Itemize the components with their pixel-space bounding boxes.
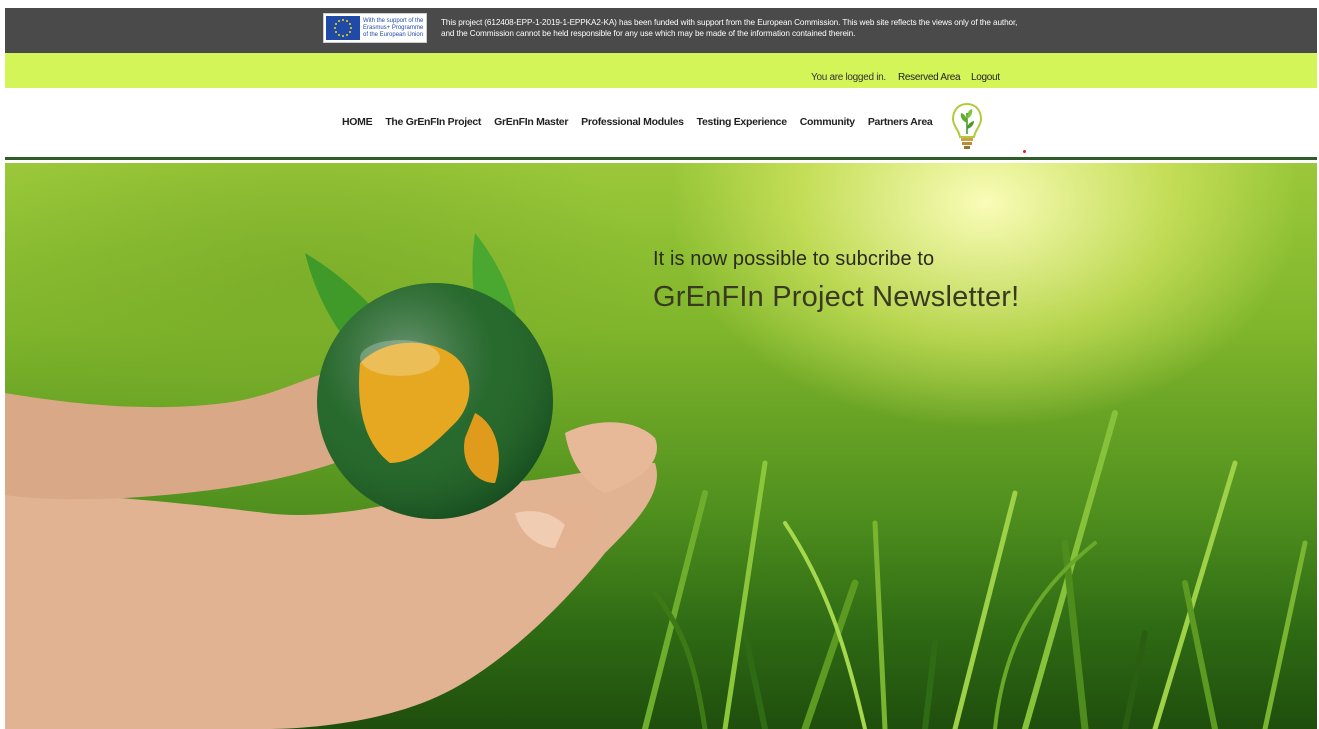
erasmus-logo: With the support of the Erasmus+ Program… <box>323 13 427 43</box>
nav-item-professional-modules[interactable]: Professional Modules <box>581 116 684 128</box>
logout-link[interactable]: Logout <box>971 72 1000 83</box>
reserved-area-link[interactable]: Reserved Area <box>898 72 961 83</box>
lightbulb-leaf-icon[interactable] <box>950 101 984 151</box>
hero-title: GrEnFIn Project Newsletter! <box>653 281 1020 313</box>
hero-subtitle: It is now possible to subcribe to <box>653 248 935 270</box>
nav-item-community[interactable]: Community <box>800 116 855 128</box>
eu-flag-icon <box>326 16 360 40</box>
nav-menu: HOME The GrEnFIn Project GrEnFIn Master … <box>342 116 945 128</box>
nav-item-master[interactable]: GrEnFIn Master <box>494 116 568 128</box>
nav-item-home[interactable]: HOME <box>342 116 373 128</box>
erasmus-logo-text: With the support of the Erasmus+ Program… <box>363 17 424 38</box>
nav-item-testing-experience[interactable]: Testing Experience <box>697 116 787 128</box>
funding-disclaimer: This project (612408-EPP-1-2019-1-EPPKA2… <box>441 18 1018 38</box>
user-status-bar: You are logged in. Reserved Area Logout <box>5 53 1317 88</box>
nav-item-partners-area[interactable]: Partners Area <box>868 116 933 128</box>
eu-funding-bar: With the support of the Erasmus+ Program… <box>5 8 1317 53</box>
login-status: You are logged in. <box>811 72 886 83</box>
decorative-dot <box>1023 150 1026 153</box>
nav-item-project[interactable]: The GrEnFIn Project <box>385 116 481 128</box>
hero-banner: It is now possible to subcribe to GrEnFI… <box>5 163 1317 729</box>
main-navigation: HOME The GrEnFIn Project GrEnFIn Master … <box>5 88 1317 160</box>
